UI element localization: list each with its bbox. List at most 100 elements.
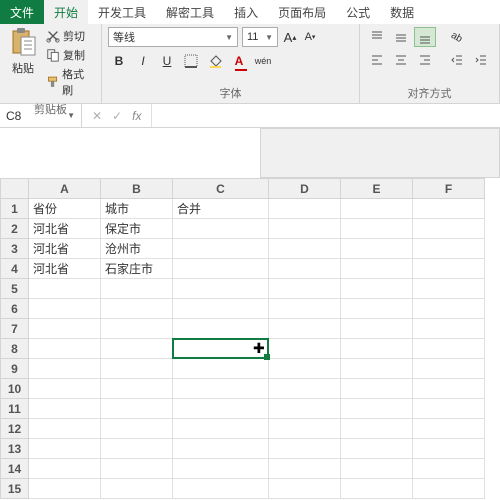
cell-A15[interactable] xyxy=(29,479,101,499)
copy-button[interactable]: 复制 xyxy=(44,46,95,64)
cell-F11[interactable] xyxy=(413,399,485,419)
cell-C7[interactable] xyxy=(173,319,269,339)
row-header-14[interactable]: 14 xyxy=(1,459,29,479)
paste-button[interactable]: 粘贴 xyxy=(6,27,40,99)
cell-C3[interactable] xyxy=(173,239,269,259)
cell-E5[interactable] xyxy=(341,279,413,299)
cell-B7[interactable] xyxy=(101,319,173,339)
cell-D5[interactable] xyxy=(269,279,341,299)
cell-B10[interactable] xyxy=(101,379,173,399)
fill-color-button[interactable] xyxy=(204,51,226,71)
cell-B13[interactable] xyxy=(101,439,173,459)
cell-C10[interactable] xyxy=(173,379,269,399)
cell-C11[interactable] xyxy=(173,399,269,419)
increase-indent-button[interactable] xyxy=(470,50,492,70)
row-header-1[interactable]: 1 xyxy=(1,199,29,219)
cell-A14[interactable] xyxy=(29,459,101,479)
align-left-button[interactable] xyxy=(366,50,388,70)
cell-F8[interactable] xyxy=(413,339,485,359)
cell-F4[interactable] xyxy=(413,259,485,279)
cell-A2[interactable]: 河北省 xyxy=(29,219,101,239)
row-header-11[interactable]: 11 xyxy=(1,399,29,419)
cell-C15[interactable] xyxy=(173,479,269,499)
decrease-indent-button[interactable] xyxy=(446,50,468,70)
cell-D14[interactable] xyxy=(269,459,341,479)
col-header-B[interactable]: B xyxy=(101,179,173,199)
row-header-5[interactable]: 5 xyxy=(1,279,29,299)
cell-D3[interactable] xyxy=(269,239,341,259)
cell-A11[interactable] xyxy=(29,399,101,419)
tab-layout[interactable]: 页面布局 xyxy=(268,0,336,24)
tab-insert[interactable]: 插入 xyxy=(224,0,268,24)
cell-E7[interactable] xyxy=(341,319,413,339)
cell-E14[interactable] xyxy=(341,459,413,479)
cell-D7[interactable] xyxy=(269,319,341,339)
cell-D1[interactable] xyxy=(269,199,341,219)
cell-D8[interactable] xyxy=(269,339,341,359)
row-header-4[interactable]: 4 xyxy=(1,259,29,279)
cell-B14[interactable] xyxy=(101,459,173,479)
cell-C9[interactable] xyxy=(173,359,269,379)
cell-F5[interactable] xyxy=(413,279,485,299)
cell-E9[interactable] xyxy=(341,359,413,379)
row-header-9[interactable]: 9 xyxy=(1,359,29,379)
col-header-A[interactable]: A xyxy=(29,179,101,199)
italic-button[interactable]: I xyxy=(132,51,154,71)
phonetic-button[interactable]: wén xyxy=(252,51,274,71)
row-header-15[interactable]: 15 xyxy=(1,479,29,499)
cell-B12[interactable] xyxy=(101,419,173,439)
cell-B11[interactable] xyxy=(101,399,173,419)
cell-E1[interactable] xyxy=(341,199,413,219)
cell-F12[interactable] xyxy=(413,419,485,439)
cell-F15[interactable] xyxy=(413,479,485,499)
tab-home[interactable]: 开始 xyxy=(44,0,88,24)
cell-E4[interactable] xyxy=(341,259,413,279)
tab-developer[interactable]: 开发工具 xyxy=(88,0,156,24)
cell-B4[interactable]: 石家庄市 xyxy=(101,259,173,279)
cell-A9[interactable] xyxy=(29,359,101,379)
tab-data[interactable]: 数据 xyxy=(380,0,424,24)
cell-D9[interactable] xyxy=(269,359,341,379)
cell-B2[interactable]: 保定市 xyxy=(101,219,173,239)
name-box[interactable]: C8▼ xyxy=(0,104,82,127)
col-header-D[interactable]: D xyxy=(269,179,341,199)
col-header-E[interactable]: E xyxy=(341,179,413,199)
fx-icon[interactable]: fx xyxy=(132,109,141,123)
align-middle-button[interactable] xyxy=(390,27,412,47)
cell-E8[interactable] xyxy=(341,339,413,359)
cell-D4[interactable] xyxy=(269,259,341,279)
align-right-button[interactable] xyxy=(414,50,436,70)
confirm-icon[interactable]: ✓ xyxy=(112,109,122,123)
cell-A5[interactable] xyxy=(29,279,101,299)
col-header-F[interactable]: F xyxy=(413,179,485,199)
cell-D12[interactable] xyxy=(269,419,341,439)
cell-C2[interactable] xyxy=(173,219,269,239)
formula-bar[interactable] xyxy=(151,104,500,127)
cell-A12[interactable] xyxy=(29,419,101,439)
select-all-corner[interactable] xyxy=(1,179,29,199)
cell-F3[interactable] xyxy=(413,239,485,259)
increase-font-button[interactable]: A▴ xyxy=(282,29,298,45)
align-top-button[interactable] xyxy=(366,27,388,47)
cell-D10[interactable] xyxy=(269,379,341,399)
cell-A13[interactable] xyxy=(29,439,101,459)
cell-C8[interactable] xyxy=(173,339,269,359)
cell-B8[interactable] xyxy=(101,339,173,359)
cell-C4[interactable] xyxy=(173,259,269,279)
cell-B5[interactable] xyxy=(101,279,173,299)
cell-E11[interactable] xyxy=(341,399,413,419)
cell-E13[interactable] xyxy=(341,439,413,459)
cell-D15[interactable] xyxy=(269,479,341,499)
tab-decrypt[interactable]: 解密工具 xyxy=(156,0,224,24)
cell-C1[interactable]: 合并 xyxy=(173,199,269,219)
decrease-font-button[interactable]: A▾ xyxy=(302,29,318,45)
row-header-8[interactable]: 8 xyxy=(1,339,29,359)
cell-B3[interactable]: 沧州市 xyxy=(101,239,173,259)
cell-B9[interactable] xyxy=(101,359,173,379)
cell-A7[interactable] xyxy=(29,319,101,339)
align-center-button[interactable] xyxy=(390,50,412,70)
row-header-6[interactable]: 6 xyxy=(1,299,29,319)
cell-C12[interactable] xyxy=(173,419,269,439)
cancel-icon[interactable]: ✕ xyxy=(92,109,102,123)
font-size-select[interactable]: 11▼ xyxy=(242,27,278,47)
